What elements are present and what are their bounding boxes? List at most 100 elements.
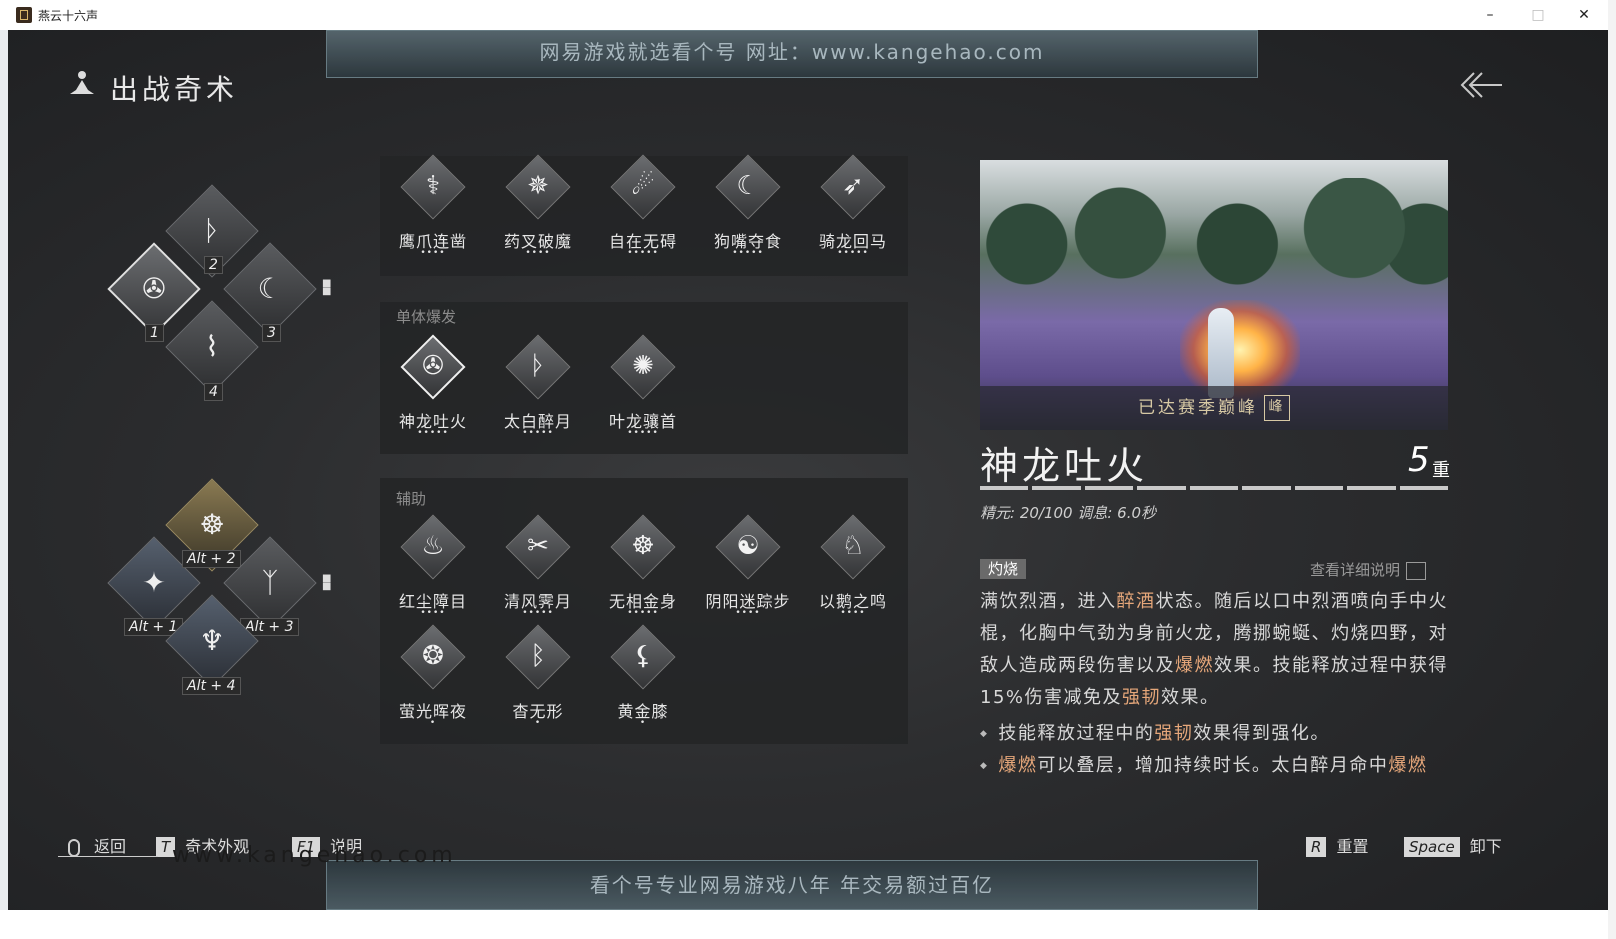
skill-card[interactable]: ☄ 自在无碍 •••••	[598, 154, 688, 266]
mouse-right-icon	[68, 838, 80, 857]
group-label-support: 辅助	[396, 490, 427, 508]
season-peak-banner: 已达赛季巅峰峰	[980, 386, 1448, 430]
slot-alt-2-skill-icon: ☸	[199, 508, 225, 541]
slot-1-skill-icon: ✇	[142, 272, 166, 305]
group-label-burst: 单体爆发	[396, 308, 457, 326]
skill-level-pips: •	[534, 718, 542, 728]
skill-card[interactable]: ✺ 叶龙骧首 •••••	[598, 334, 688, 446]
page-title: 出战奇术	[110, 73, 239, 106]
skill-icon: ♨	[421, 531, 445, 561]
slot-1-number: 1	[145, 324, 164, 342]
skill-group-burst: 单体爆发 ✇ 神龙吐火 ••••• ᚦ 太白醉月 ••••• ✺ 叶龙骧首 ••…	[380, 302, 908, 454]
skill-card[interactable]: ⚕ 鹰爪连凿 ••••	[388, 154, 478, 266]
skill-card[interactable]: ✂ 清风霁月 •••••	[493, 514, 583, 626]
skill-level-pips: •	[429, 718, 437, 728]
skill-level-pips: •••••	[522, 608, 554, 618]
skill-card[interactable]: ✵ 药叉破魔 ••••	[493, 154, 583, 266]
skill-group-support: 辅助 ♨ 红尘障目 •••• ✂ 清风霁月 ••••• ☸ 无相金身 •••••…	[380, 478, 908, 744]
skill-card[interactable]: ☸ 无相金身 •••••	[598, 514, 688, 626]
watermark-bottom: 看个号专业网易游戏八年 年交易额过百亿	[326, 860, 1258, 910]
skill-icon: ᛒ	[530, 641, 546, 671]
skill-card[interactable]: ☾ 狗嘴夺食 •••••	[703, 154, 793, 266]
slot-alt-3-skill-icon: ᛉ	[261, 566, 279, 599]
skill-description: 满饮烈酒，进入醉酒状态。随后以口中烈酒喷向手中火棍，化胸中气劲为身前火龙，腾挪蜿…	[980, 591, 1448, 708]
skill-preview-image: 已达赛季巅峰峰	[980, 160, 1448, 430]
skill-level-pips: •••••	[522, 428, 554, 438]
upgrade-bullet-1: 技能释放过程中的强韧效果得到强化。	[980, 718, 1450, 750]
skill-icon: ♘	[841, 531, 865, 561]
slot-alt-1-skill-icon: ✦	[142, 566, 166, 599]
skill-icon: ➶	[842, 171, 864, 201]
skill-level-pips: •••••	[627, 608, 659, 618]
back-hint[interactable]: 返回	[68, 833, 126, 857]
maximize-button[interactable]: □	[1518, 3, 1558, 27]
skill-stats: 精元: 20/100 调息: 6.0秒	[980, 504, 1157, 522]
key-r: R	[1306, 837, 1327, 857]
skill-level-pips: •••••	[627, 248, 659, 258]
keyword-burst-burn: 爆燃	[1175, 655, 1214, 676]
details-list-icon	[1406, 561, 1427, 580]
view-details-link[interactable]: 查看详细说明	[1310, 559, 1427, 580]
keyword-drunk: 醉酒	[1116, 591, 1156, 612]
skill-card[interactable]: ♘ 以鹅之鸣 ••••	[808, 514, 898, 626]
skill-card[interactable]: ➶ 骑龙回马 •••••	[808, 154, 898, 266]
slot-alt-4-skill-icon: ♆	[199, 624, 225, 657]
season-peak-text: 已达赛季巅峰	[1138, 398, 1258, 418]
slot-4-skill-icon: ⌇	[205, 330, 219, 363]
skill-card[interactable]: ⚸ 黄金膝 •	[598, 624, 688, 736]
slot-2-skill-icon: ᚦ	[203, 214, 221, 247]
skill-level-pips: ••••	[420, 608, 446, 618]
skill-level-pips: •••••	[732, 248, 764, 258]
skill-level-bar	[980, 486, 1448, 490]
slot-4-number: 4	[204, 383, 223, 401]
skill-card[interactable]: ♨ 红尘障目 ••••	[388, 514, 478, 626]
skill-level-pips: ••••	[735, 608, 761, 618]
skill-icon: ❂	[422, 641, 444, 671]
desktop-left-strip	[0, 30, 8, 910]
watermark-site: www.kangehao.com	[172, 843, 457, 868]
view-details-label: 查看详细说明	[1310, 561, 1401, 579]
slot-3-number: 3	[262, 324, 281, 342]
watermark-top: 网易游戏就选看个号 网址：www.kangehao.com	[326, 30, 1258, 78]
skill-card[interactable]: ❂ 萤光晖夜 •	[388, 624, 478, 736]
upgrade-bullet-2: 爆燃可以叠层，增加持续时长。太白醉月命中爆燃	[980, 750, 1450, 782]
skill-detail-level: 5	[1408, 440, 1430, 480]
app-icon	[16, 7, 32, 23]
skill-level-pips: ••••	[420, 248, 446, 258]
skill-icon: ✺	[632, 351, 654, 381]
minimize-button[interactable]: –	[1470, 3, 1510, 27]
effect-tag: 灼烧	[980, 559, 1027, 579]
skill-icon: ⚸	[633, 641, 653, 671]
skill-icon: ☸	[631, 531, 655, 561]
close-button[interactable]: ✕	[1564, 3, 1604, 27]
slot-3-skill-icon: ☾	[257, 272, 283, 305]
preview-trees	[980, 178, 1448, 288]
skill-card[interactable]: ᛒ 杳无形 •	[493, 624, 583, 736]
skill-card[interactable]: ✇ 神龙吐火 •••••	[388, 334, 478, 446]
alt-slot-scroll-indicator: ■ ■	[322, 573, 332, 592]
skill-icon: ⚕	[425, 171, 441, 201]
skill-icon: ✵	[527, 171, 549, 201]
peak-badge-icon: 峰	[1264, 395, 1290, 421]
meditation-icon	[70, 71, 94, 94]
double-chevron-left-icon[interactable]	[1458, 70, 1506, 100]
skill-card[interactable]: ☯ 阴阳迷踪步 ••••	[703, 514, 793, 626]
unequip-hint[interactable]: Space 卸下	[1404, 833, 1502, 857]
key-space: Space	[1404, 837, 1460, 857]
skill-icon: ☾	[736, 171, 760, 201]
skill-level-pips: •••••	[627, 428, 659, 438]
game-viewport: 网易游戏就选看个号 网址：www.kangehao.com 出战奇术 ✇ 1 ᚦ…	[8, 30, 1608, 910]
preview-fire	[1180, 300, 1300, 400]
skill-icon: ✂	[527, 531, 549, 561]
slot-alt-2-number: Alt + 2	[182, 550, 241, 568]
skill-level-pips: •••••	[837, 248, 869, 258]
reset-hint[interactable]: R 重置	[1306, 833, 1368, 857]
skill-detail-level-unit: 重	[1432, 460, 1450, 481]
skill-card[interactable]: ᚦ 太白醉月 •••••	[493, 334, 583, 446]
slot-2-number: 2	[204, 256, 223, 274]
window-title: 燕云十六声	[38, 9, 99, 23]
skill-level-pips: ••••	[840, 608, 866, 618]
skill-icon: ☯	[736, 531, 760, 561]
skill-icon: ᚦ	[530, 351, 546, 381]
desktop-right-strip	[1608, 0, 1616, 939]
